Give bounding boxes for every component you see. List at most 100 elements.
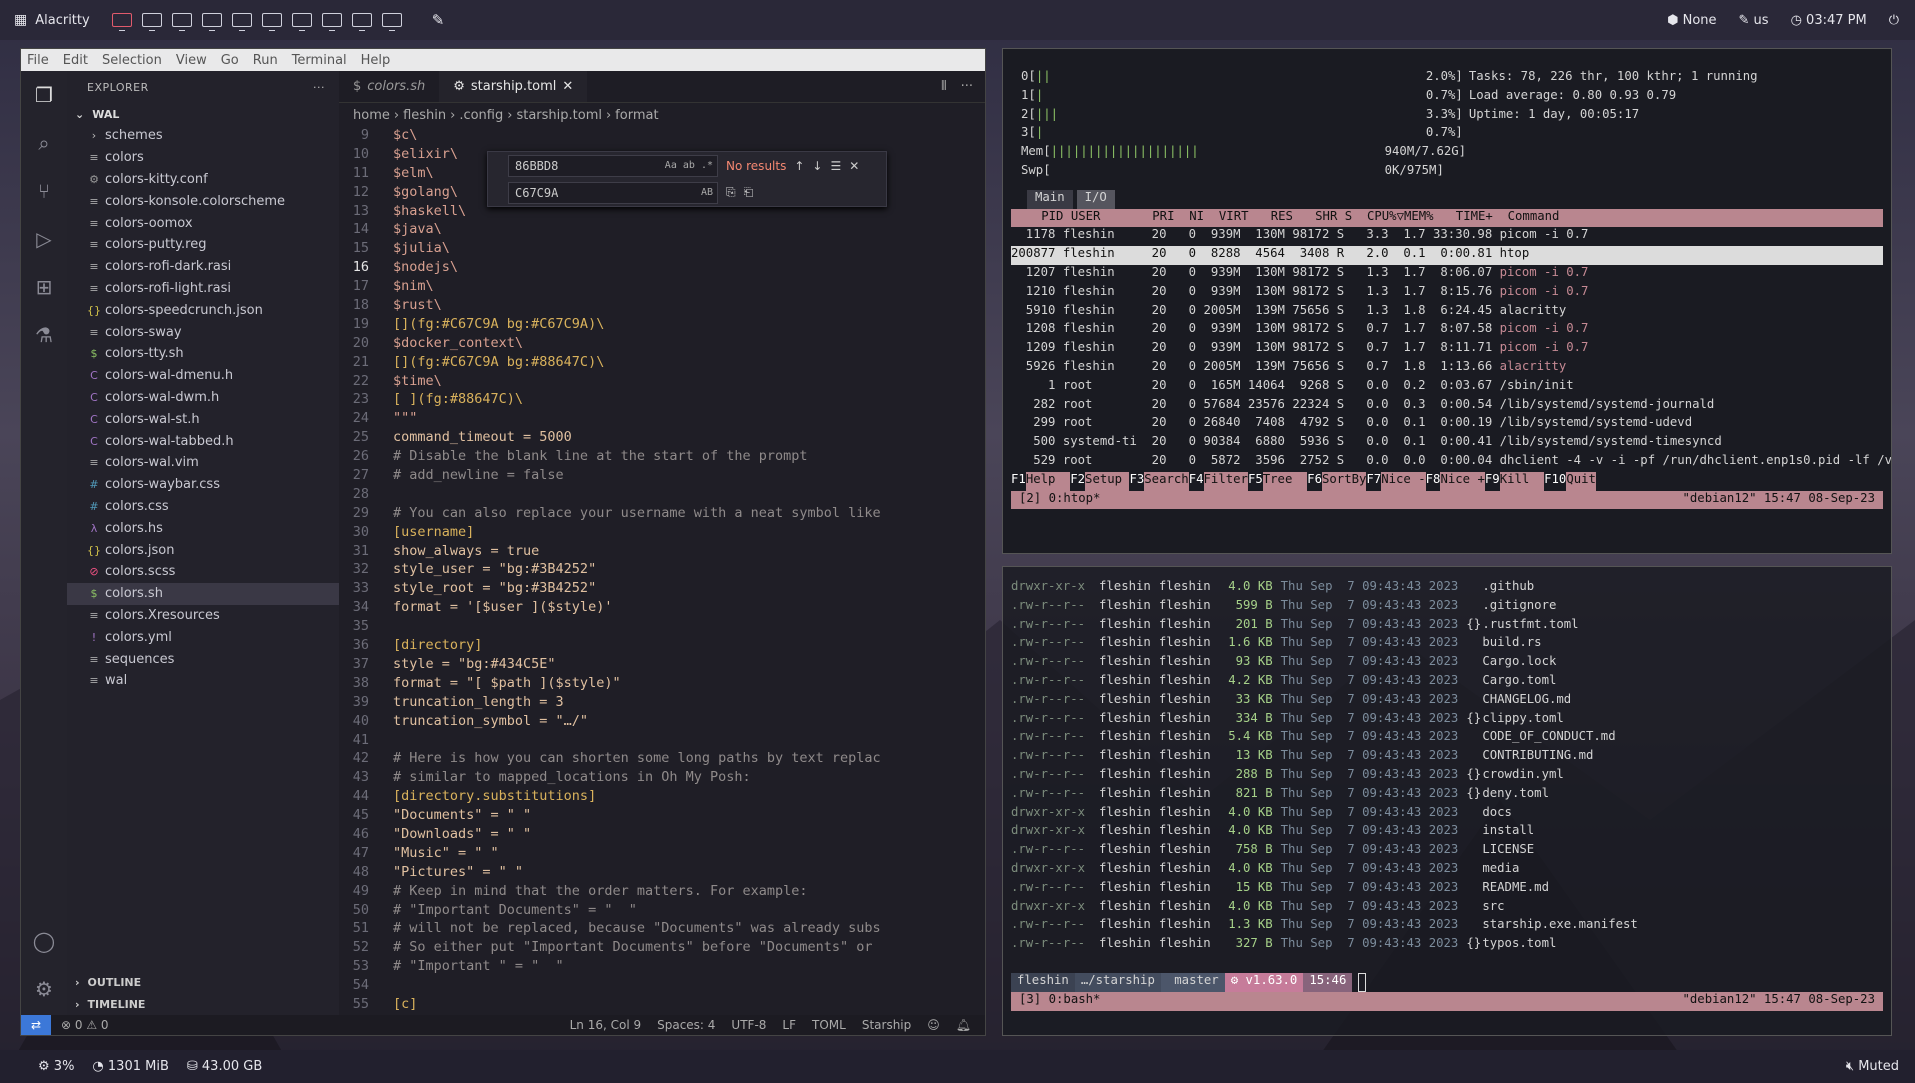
fkey-action[interactable]: Filter — [1203, 471, 1248, 491]
fkey-action[interactable]: SortBy — [1321, 471, 1367, 491]
fkey-action[interactable]: Kill — [1499, 471, 1545, 491]
breadcrumb-item[interactable]: fleshin — [403, 108, 446, 123]
process-row[interactable]: 529 root 20 0 5872 3596 2752 S 0.0 0.0 0… — [1011, 453, 1891, 472]
file-item[interactable]: ≡ colors-wal.vim — [67, 452, 339, 474]
process-row[interactable]: 282 root 20 0 57684 23576 22324 S 0.0 0.… — [1011, 397, 1883, 416]
process-row[interactable]: 1207 fleshin 20 0 939M 130M 98172 S 1.3 … — [1011, 265, 1883, 284]
menu-go[interactable]: Go — [221, 53, 239, 68]
tab-starship-toml[interactable]: ⚙ starship.toml ✕ — [439, 71, 588, 102]
fkey-action[interactable]: Tree — [1262, 471, 1308, 491]
process-row[interactable]: 5926 fleshin 20 0 2005M 139M 75656 S 0.7… — [1011, 359, 1883, 378]
workspace-5-icon[interactable] — [231, 13, 252, 31]
extension-status[interactable]: Starship — [862, 1018, 911, 1032]
arrow-down-icon[interactable]: ↓ — [812, 159, 822, 173]
find-in-selection-icon[interactable]: ☰ — [830, 159, 841, 173]
file-item[interactable]: {} colors-speedcrunch.json — [67, 299, 339, 321]
file-item[interactable]: ≡ colors-putty.reg — [67, 234, 339, 256]
process-row[interactable]: 1 root 20 0 165M 14064 9268 S 0.0 0.2 0:… — [1011, 378, 1883, 397]
file-item[interactable]: ≡ colors-konsole.colorscheme — [67, 190, 339, 212]
explorer-icon[interactable]: ❐ — [21, 71, 67, 119]
find-input[interactable]: 86BBD8 Aa ab .* — [508, 154, 718, 177]
fkey-action[interactable]: Nice - — [1381, 471, 1426, 491]
breadcrumb-item[interactable]: starship.toml — [516, 108, 602, 123]
search-icon[interactable]: ⌕ — [21, 119, 67, 167]
eol[interactable]: LF — [782, 1018, 796, 1032]
close-icon[interactable]: ✕ — [849, 159, 859, 173]
menu-run[interactable]: Run — [253, 53, 278, 68]
process-row[interactable]: 1209 fleshin 20 0 939M 130M 98172 S 0.7 … — [1011, 340, 1883, 359]
workspace-10-icon[interactable] — [381, 13, 402, 31]
process-row[interactable]: 200877 fleshin 20 0 8288 4564 3408 R 2.0… — [1011, 246, 1883, 265]
language-mode[interactable]: TOML — [812, 1018, 846, 1032]
split-editor-icon[interactable]: ⫴ — [941, 79, 946, 94]
memory-indicator[interactable]: ◔ 1301 MiB — [92, 1059, 168, 1074]
arrow-up-icon[interactable]: ↑ — [794, 159, 804, 173]
find-options[interactable]: Aa ab .* — [665, 160, 717, 171]
file-item[interactable]: ≡ colors-oomox — [67, 212, 339, 234]
feedback-icon[interactable]: ☺ — [927, 1018, 940, 1032]
power-icon[interactable]: ⏻ — [1889, 13, 1899, 28]
extensions-icon[interactable]: ⊞ — [21, 263, 67, 311]
workspace-switcher[interactable] — [111, 13, 402, 31]
file-item[interactable]: ≡ colors — [67, 147, 339, 169]
workspace-7-icon[interactable] — [291, 13, 312, 31]
bell-icon[interactable]: 🔔︎ — [956, 1018, 971, 1032]
htop-tab-main[interactable]: Main — [1027, 189, 1073, 209]
file-item[interactable]: $ colors-tty.sh — [67, 343, 339, 365]
run-debug-icon[interactable]: ▷ — [21, 215, 67, 263]
disk-indicator[interactable]: ⛁ 43.00 GB — [187, 1059, 262, 1074]
htop-terminal[interactable]: 0[|| 2.0%] Tasks: 78, 226 thr, 100 kthr; 1… — [1002, 48, 1892, 554]
file-item[interactable]: Ccolors-wal-tabbed.h — [67, 430, 339, 452]
ls-terminal[interactable]: drwxr-xr-x fleshin fleshin 4.0 KB Thu Sep 7 … — [1002, 566, 1892, 1036]
file-item[interactable]: › schemes — [67, 125, 339, 147]
file-item[interactable]: ⊘ colors.scss — [67, 561, 339, 583]
keyboard-layout[interactable]: ✎ us — [1739, 13, 1769, 28]
encoding[interactable]: UTF-8 — [731, 1018, 766, 1032]
breadcrumb-item[interactable]: home — [353, 108, 390, 123]
file-item[interactable]: ≡ colors-rofi-dark.rasi — [67, 256, 339, 278]
workspace-folder[interactable]: ⌄ WAL — [67, 103, 339, 125]
menu-selection[interactable]: Selection — [102, 53, 162, 68]
file-item[interactable]: ≡ colors-sway — [67, 321, 339, 343]
file-item[interactable]: {} colors.json — [67, 539, 339, 561]
menu-terminal[interactable]: Terminal — [292, 53, 347, 68]
pen-icon[interactable]: ✎ — [432, 11, 445, 29]
process-row[interactable]: 1178 fleshin 20 0 939M 130M 98172 S 3.3 … — [1011, 227, 1883, 246]
timeline-section[interactable]: › TIMELINE — [67, 993, 339, 1015]
gear-icon[interactable]: ⚙ — [21, 965, 67, 1013]
file-item[interactable]: ! colors.yml — [67, 626, 339, 648]
file-item[interactable]: # colors.css — [67, 496, 339, 518]
workspace-8-icon[interactable] — [321, 13, 342, 31]
clock[interactable]: ◷ 03:47 PM — [1791, 13, 1867, 28]
menu-view[interactable]: View — [176, 53, 207, 68]
cpu-indicator[interactable]: ⚙ 3% — [38, 1059, 74, 1074]
process-row[interactable]: 299 root 20 0 26840 7408 4792 S 0.0 0.1 … — [1011, 415, 1883, 434]
fkey-action[interactable]: Quit — [1566, 471, 1596, 491]
htop-tab-io[interactable]: I/O — [1076, 189, 1115, 209]
indentation[interactable]: Spaces: 4 — [657, 1018, 715, 1032]
file-item[interactable]: ≡ colors.Xresources — [67, 605, 339, 627]
workspace-6-icon[interactable] — [261, 13, 282, 31]
code-editor[interactable]: 9 $c\ 10 $elixir\ 11 $elm\ 12 $golang\ 13 $haskel… — [339, 127, 985, 1015]
account-icon[interactable]: ◯ — [21, 917, 67, 965]
source-control-icon[interactable]: ⑂ — [21, 167, 67, 215]
fkey-action[interactable]: Setup — [1085, 471, 1130, 491]
file-item[interactable]: ≡ wal — [67, 670, 339, 692]
remote-icon[interactable]: ⇄ — [21, 1015, 51, 1035]
file-item[interactable]: $ colors.sh — [67, 582, 339, 605]
fkey-action[interactable]: Search — [1144, 471, 1189, 491]
replace-all-icon[interactable]: ⎗ — [744, 185, 754, 200]
process-row[interactable]: 1210 fleshin 20 0 939M 130M 98172 S 1.3 … — [1011, 284, 1883, 303]
workspace-4-icon[interactable] — [201, 13, 222, 31]
close-icon[interactable]: ✕ — [562, 79, 573, 94]
replace-input[interactable]: C67C9A AB — [508, 181, 718, 204]
file-item[interactable]: # colors-waybar.css — [67, 474, 339, 496]
volume-indicator[interactable]: 🔇︎ Muted — [1846, 1059, 1899, 1074]
file-item[interactable]: ≡ colors-rofi-light.rasi — [67, 278, 339, 300]
replace-icon[interactable]: ⎘ — [726, 185, 736, 200]
process-row[interactable]: 5910 fleshin 20 0 2005M 139M 75656 S 1.3… — [1011, 303, 1883, 322]
file-item[interactable]: ≡ sequences — [67, 648, 339, 670]
breadcrumb-item[interactable]: .config — [459, 108, 503, 123]
workspace-1-icon[interactable] — [111, 13, 132, 31]
workspace-9-icon[interactable] — [351, 13, 372, 31]
